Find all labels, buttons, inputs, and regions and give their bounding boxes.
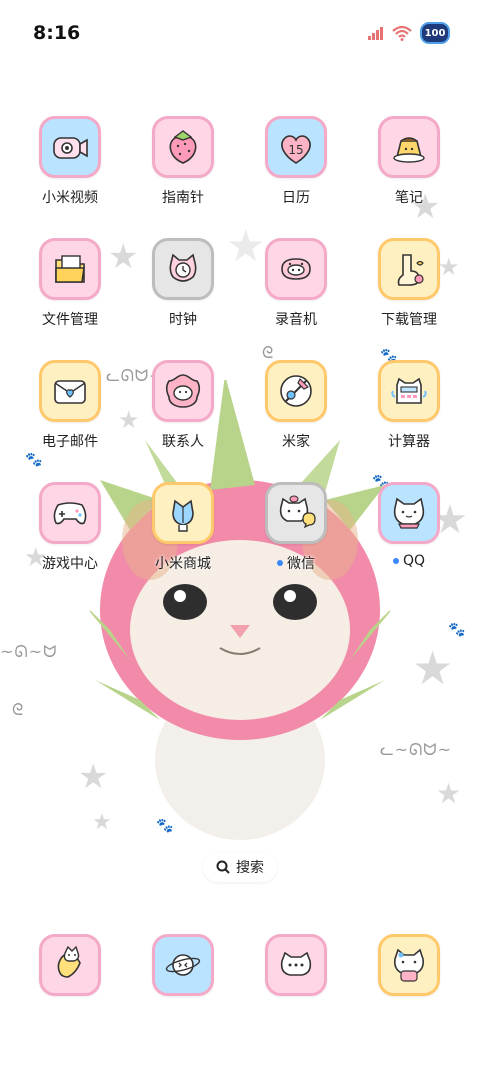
app-label: 小米商城	[155, 556, 211, 572]
app-label: 录音机	[275, 312, 317, 328]
app-label: 电子邮件	[42, 434, 98, 450]
calendar-icon: 15	[265, 116, 327, 178]
app-label: 微信	[277, 553, 315, 573]
clock-icon	[152, 238, 214, 300]
app-label: 笔记	[395, 190, 423, 206]
app-label: 计算器	[388, 434, 430, 450]
app-notes[interactable]: 笔记	[354, 116, 464, 226]
app-compass[interactable]: 指南针	[128, 116, 238, 226]
app-label: 小米视频	[42, 190, 98, 206]
gamepad-icon	[39, 482, 101, 544]
star-decoration: ★	[436, 777, 462, 810]
swirl-decoration: ~ᘏ~ᗢ	[0, 642, 58, 661]
app-xiaomi-video[interactable]: 小米视频	[15, 116, 125, 226]
app-label: 下载管理	[381, 312, 437, 328]
recorder-icon	[265, 238, 327, 300]
app-label-text: QQ	[402, 553, 426, 569]
strawberry-icon	[152, 116, 214, 178]
app-label: 联系人	[162, 434, 204, 450]
wifi-icon	[392, 25, 412, 41]
mijia-icon	[265, 360, 327, 422]
pudding-icon	[378, 116, 440, 178]
search-icon	[216, 860, 230, 874]
app-calculator[interactable]: 计算器	[354, 360, 464, 470]
dock-app-camera[interactable]	[354, 934, 464, 1044]
calendar-day-number: 15	[288, 143, 303, 157]
swirl-decoration: ᓚ~ᘏᗢ~	[380, 740, 452, 759]
folder-icon	[39, 238, 101, 300]
app-contacts[interactable]: 联系人	[128, 360, 238, 470]
app-file-manager[interactable]: 文件管理	[15, 238, 125, 348]
wechat-icon	[265, 482, 327, 544]
app-wechat[interactable]: 微信	[241, 482, 351, 592]
app-label: 游戏中心	[42, 556, 98, 572]
app-download-manager[interactable]: 下载管理	[354, 238, 464, 348]
app-label: 时钟	[169, 312, 197, 328]
contacts-icon	[152, 360, 214, 422]
app-label: 文件管理	[42, 312, 98, 328]
app-mijia[interactable]: 米家	[241, 360, 351, 470]
status-bar: 8:16 100	[0, 0, 480, 70]
shop-icon	[152, 482, 214, 544]
swirl-decoration: ᘓ	[12, 700, 25, 719]
paw-decoration: 🐾	[448, 622, 466, 638]
app-label: QQ	[392, 553, 426, 569]
status-icons: 100	[368, 22, 450, 44]
messages-icon	[265, 934, 327, 996]
camera-icon	[378, 934, 440, 996]
app-xiaomi-shop[interactable]: 小米商城	[128, 482, 238, 592]
app-game-center[interactable]: 游戏中心	[15, 482, 125, 592]
app-label: 指南针	[162, 190, 204, 206]
new-indicator-dot	[277, 560, 283, 566]
video-camera-icon	[39, 116, 101, 178]
dock-app-browser[interactable]	[128, 934, 238, 1044]
mail-icon	[39, 360, 101, 422]
status-time: 8:16	[33, 22, 81, 44]
dock-app-messages[interactable]	[241, 934, 351, 1044]
app-calendar[interactable]: 15 日历	[241, 116, 351, 226]
browser-icon	[152, 934, 214, 996]
download-icon	[378, 238, 440, 300]
search-button[interactable]: 搜索	[203, 852, 277, 882]
search-label: 搜索	[236, 860, 264, 876]
battery-icon: 100	[420, 22, 450, 44]
app-label: 日历	[282, 190, 310, 206]
signal-icon	[368, 27, 383, 40]
app-email[interactable]: 电子邮件	[15, 360, 125, 470]
app-qq[interactable]: QQ	[354, 482, 464, 592]
app-label: 米家	[282, 434, 310, 450]
phone-icon	[39, 934, 101, 996]
app-label-text: 微信	[287, 556, 315, 572]
qq-icon	[378, 482, 440, 544]
app-recorder[interactable]: 录音机	[241, 238, 351, 348]
calculator-icon	[378, 360, 440, 422]
new-indicator-dot	[392, 558, 399, 564]
star-decoration: ★	[412, 641, 454, 695]
app-clock[interactable]: 时钟	[128, 238, 238, 348]
dock-app-phone[interactable]	[15, 934, 125, 1044]
